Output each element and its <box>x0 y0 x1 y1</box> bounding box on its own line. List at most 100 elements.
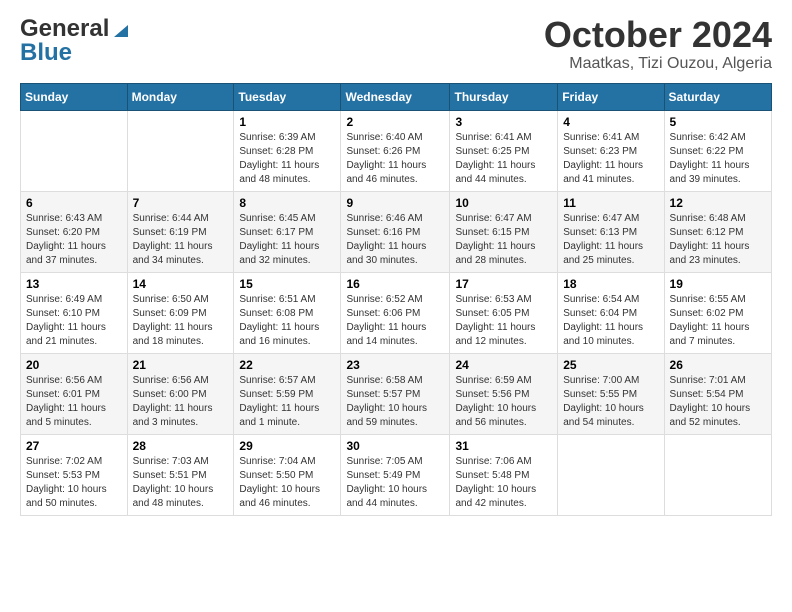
day-cell: 23 Sunrise: 6:58 AMSunset: 5:57 PMDayligh… <box>341 353 450 434</box>
weekday-header-thursday: Thursday <box>450 83 558 110</box>
day-number: 8 <box>239 196 335 210</box>
location-title: Maatkas, Tizi Ouzou, Algeria <box>544 55 772 73</box>
day-number: 31 <box>455 439 552 453</box>
day-number: 2 <box>346 115 444 129</box>
weekday-header-friday: Friday <box>558 83 664 110</box>
day-number: 1 <box>239 115 335 129</box>
day-info: Sunrise: 7:04 AMSunset: 5:50 PMDaylight:… <box>239 455 335 511</box>
day-number: 20 <box>26 358 122 372</box>
day-info: Sunrise: 7:03 AMSunset: 5:51 PMDaylight:… <box>133 455 229 511</box>
week-row-5: 27 Sunrise: 7:02 AMSunset: 5:53 PMDayligh… <box>21 434 772 515</box>
day-cell: 5 Sunrise: 6:42 AMSunset: 6:22 PMDaylight… <box>664 110 771 191</box>
day-cell <box>558 434 664 515</box>
day-number: 9 <box>346 196 444 210</box>
day-info: Sunrise: 7:05 AMSunset: 5:49 PMDaylight:… <box>346 455 444 511</box>
day-info: Sunrise: 6:54 AMSunset: 6:04 PMDaylight:… <box>563 293 658 349</box>
day-cell: 27 Sunrise: 7:02 AMSunset: 5:53 PMDayligh… <box>21 434 128 515</box>
day-cell: 15 Sunrise: 6:51 AMSunset: 6:08 PMDayligh… <box>234 272 341 353</box>
day-cell <box>664 434 771 515</box>
day-cell: 30 Sunrise: 7:05 AMSunset: 5:49 PMDayligh… <box>341 434 450 515</box>
logo-blue: Blue <box>20 39 72 67</box>
day-info: Sunrise: 6:53 AMSunset: 6:05 PMDaylight:… <box>455 293 552 349</box>
logo-icon <box>110 19 132 41</box>
day-number: 17 <box>455 277 552 291</box>
day-info: Sunrise: 6:57 AMSunset: 5:59 PMDaylight:… <box>239 374 335 430</box>
day-number: 12 <box>670 196 766 210</box>
day-info: Sunrise: 6:56 AMSunset: 6:01 PMDaylight:… <box>26 374 122 430</box>
day-number: 29 <box>239 439 335 453</box>
day-cell: 19Sunrise: 6:55 AMSunset: 6:02 PMDayligh… <box>664 272 771 353</box>
day-info: Sunrise: 7:01 AMSunset: 5:54 PMDaylight:… <box>670 374 766 430</box>
day-info: Sunrise: 6:40 AMSunset: 6:26 PMDaylight:… <box>346 131 444 187</box>
day-cell: 11 Sunrise: 6:47 AMSunset: 6:13 PMDayligh… <box>558 191 664 272</box>
weekday-header-tuesday: Tuesday <box>234 83 341 110</box>
day-cell: 12 Sunrise: 6:48 AMSunset: 6:12 PMDayligh… <box>664 191 771 272</box>
week-row-1: 1Sunrise: 6:39 AMSunset: 6:28 PMDaylight… <box>21 110 772 191</box>
day-info: Sunrise: 7:00 AMSunset: 5:55 PMDaylight:… <box>563 374 658 430</box>
day-info: Sunrise: 6:47 AMSunset: 6:13 PMDaylight:… <box>563 212 658 268</box>
day-number: 3 <box>455 115 552 129</box>
day-number: 5 <box>670 115 766 129</box>
day-info: Sunrise: 6:47 AMSunset: 6:15 PMDaylight:… <box>455 212 552 268</box>
day-info: Sunrise: 7:06 AMSunset: 5:48 PMDaylight:… <box>455 455 552 511</box>
day-info: Sunrise: 6:41 AMSunset: 6:25 PMDaylight:… <box>455 131 552 187</box>
weekday-header-sunday: Sunday <box>21 83 128 110</box>
day-info: Sunrise: 7:02 AMSunset: 5:53 PMDaylight:… <box>26 455 122 511</box>
day-cell: 13 Sunrise: 6:49 AMSunset: 6:10 PMDayligh… <box>21 272 128 353</box>
day-cell: 29 Sunrise: 7:04 AMSunset: 5:50 PMDayligh… <box>234 434 341 515</box>
day-cell: 3 Sunrise: 6:41 AMSunset: 6:25 PMDaylight… <box>450 110 558 191</box>
day-cell <box>127 110 234 191</box>
day-info: Sunrise: 6:48 AMSunset: 6:12 PMDaylight:… <box>670 212 766 268</box>
day-info: Sunrise: 6:52 AMSunset: 6:06 PMDaylight:… <box>346 293 444 349</box>
day-info: Sunrise: 6:51 AMSunset: 6:08 PMDaylight:… <box>239 293 335 349</box>
day-cell: 17 Sunrise: 6:53 AMSunset: 6:05 PMDayligh… <box>450 272 558 353</box>
day-number: 4 <box>563 115 658 129</box>
day-cell: 20 Sunrise: 6:56 AMSunset: 6:01 PMDayligh… <box>21 353 128 434</box>
day-info: Sunrise: 6:42 AMSunset: 6:22 PMDaylight:… <box>670 131 766 187</box>
day-info: Sunrise: 6:50 AMSunset: 6:09 PMDaylight:… <box>133 293 229 349</box>
day-cell: 9Sunrise: 6:46 AMSunset: 6:16 PMDaylight… <box>341 191 450 272</box>
day-cell: 21 Sunrise: 6:56 AMSunset: 6:00 PMDayligh… <box>127 353 234 434</box>
day-cell: 24 Sunrise: 6:59 AMSunset: 5:56 PMDayligh… <box>450 353 558 434</box>
weekday-header-row: SundayMondayTuesdayWednesdayThursdayFrid… <box>21 83 772 110</box>
day-number: 14 <box>133 277 229 291</box>
weekday-header-saturday: Saturday <box>664 83 771 110</box>
day-number: 15 <box>239 277 335 291</box>
day-number: 7 <box>133 196 229 210</box>
day-info: Sunrise: 6:55 AMSunset: 6:02 PMDaylight:… <box>670 293 766 349</box>
calendar: SundayMondayTuesdayWednesdayThursdayFrid… <box>20 83 772 516</box>
day-cell <box>21 110 128 191</box>
month-title: October 2024 <box>544 15 772 55</box>
day-number: 18 <box>563 277 658 291</box>
day-number: 24 <box>455 358 552 372</box>
day-info: Sunrise: 6:56 AMSunset: 6:00 PMDaylight:… <box>133 374 229 430</box>
day-number: 27 <box>26 439 122 453</box>
day-info: Sunrise: 6:58 AMSunset: 5:57 PMDaylight:… <box>346 374 444 430</box>
day-info: Sunrise: 6:41 AMSunset: 6:23 PMDaylight:… <box>563 131 658 187</box>
day-number: 21 <box>133 358 229 372</box>
header: General Blue October 2024 Maatkas, Tizi … <box>20 15 772 73</box>
day-cell: 18 Sunrise: 6:54 AMSunset: 6:04 PMDayligh… <box>558 272 664 353</box>
day-cell: 14 Sunrise: 6:50 AMSunset: 6:09 PMDayligh… <box>127 272 234 353</box>
day-cell: 26Sunrise: 7:01 AMSunset: 5:54 PMDayligh… <box>664 353 771 434</box>
day-cell: 7Sunrise: 6:44 AMSunset: 6:19 PMDaylight… <box>127 191 234 272</box>
day-cell: 25Sunrise: 7:00 AMSunset: 5:55 PMDayligh… <box>558 353 664 434</box>
page: General Blue October 2024 Maatkas, Tizi … <box>0 0 792 612</box>
day-cell: 16 Sunrise: 6:52 AMSunset: 6:06 PMDayligh… <box>341 272 450 353</box>
day-info: Sunrise: 6:49 AMSunset: 6:10 PMDaylight:… <box>26 293 122 349</box>
day-number: 22 <box>239 358 335 372</box>
day-cell: 6Sunrise: 6:43 AMSunset: 6:20 PMDaylight… <box>21 191 128 272</box>
weekday-header-monday: Monday <box>127 83 234 110</box>
title-section: October 2024 Maatkas, Tizi Ouzou, Algeri… <box>544 15 772 73</box>
day-number: 6 <box>26 196 122 210</box>
day-number: 11 <box>563 196 658 210</box>
day-number: 16 <box>346 277 444 291</box>
day-number: 30 <box>346 439 444 453</box>
day-cell: 4 Sunrise: 6:41 AMSunset: 6:23 PMDaylight… <box>558 110 664 191</box>
day-number: 23 <box>346 358 444 372</box>
day-cell: 28Sunrise: 7:03 AMSunset: 5:51 PMDayligh… <box>127 434 234 515</box>
day-info: Sunrise: 6:59 AMSunset: 5:56 PMDaylight:… <box>455 374 552 430</box>
day-number: 13 <box>26 277 122 291</box>
week-row-2: 6Sunrise: 6:43 AMSunset: 6:20 PMDaylight… <box>21 191 772 272</box>
day-info: Sunrise: 6:45 AMSunset: 6:17 PMDaylight:… <box>239 212 335 268</box>
